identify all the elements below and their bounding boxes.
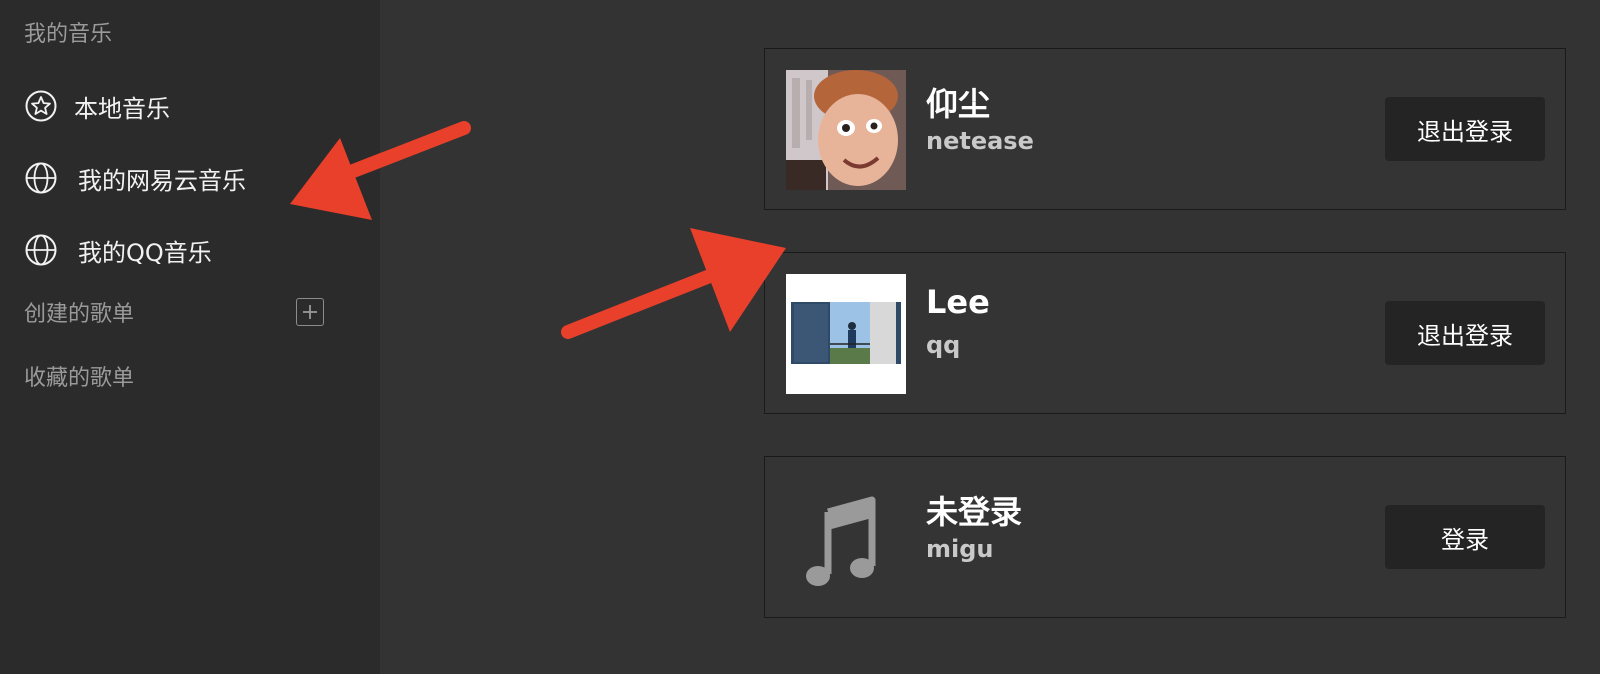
account-name: 未登录 [926, 493, 1023, 531]
login-button[interactable]: 登录 [1385, 505, 1545, 569]
account-name: Lee [926, 283, 990, 321]
account-source: qq [926, 331, 961, 359]
sidebar-item-label: 我的网易云音乐 [78, 166, 246, 195]
account-source: netease [926, 127, 1034, 155]
sidebar: 我的音乐 本地音乐 我的网易云音乐 我的QQ音乐 创建的歌单 收藏的歌单 [0, 0, 380, 674]
sidebar-item-label: 本地音乐 [74, 94, 170, 123]
logout-button[interactable]: 退出登录 [1385, 97, 1545, 161]
avatar [786, 70, 906, 190]
account-source: migu [926, 535, 994, 563]
sidebar-item-local-music[interactable]: 本地音乐 [24, 82, 170, 130]
created-playlists-title: 创建的歌单 [24, 302, 135, 327]
star-circle-icon [24, 89, 58, 123]
music-note-icon [786, 478, 906, 598]
globe-icon [24, 233, 58, 267]
plus-icon [303, 305, 317, 319]
account-card-migu: 未登录 migu 登录 [764, 456, 1566, 618]
add-playlist-button[interactable] [296, 298, 324, 326]
my-music-title: 我的音乐 [24, 22, 113, 47]
sidebar-item-qq-music[interactable]: 我的QQ音乐 [24, 226, 212, 274]
collected-playlists-title: 收藏的歌单 [24, 366, 135, 391]
logout-button[interactable]: 退出登录 [1385, 301, 1545, 365]
globe-icon [24, 161, 58, 195]
account-card-qq: Lee qq 退出登录 [764, 252, 1566, 414]
sidebar-item-label: 我的QQ音乐 [78, 238, 212, 267]
avatar [786, 274, 906, 394]
sidebar-item-netease-music[interactable]: 我的网易云音乐 [24, 154, 246, 202]
account-name: 仰尘 [926, 85, 991, 123]
account-card-netease: 仰尘 netease 退出登录 [764, 48, 1566, 210]
annotation-arrow-right [561, 228, 786, 339]
